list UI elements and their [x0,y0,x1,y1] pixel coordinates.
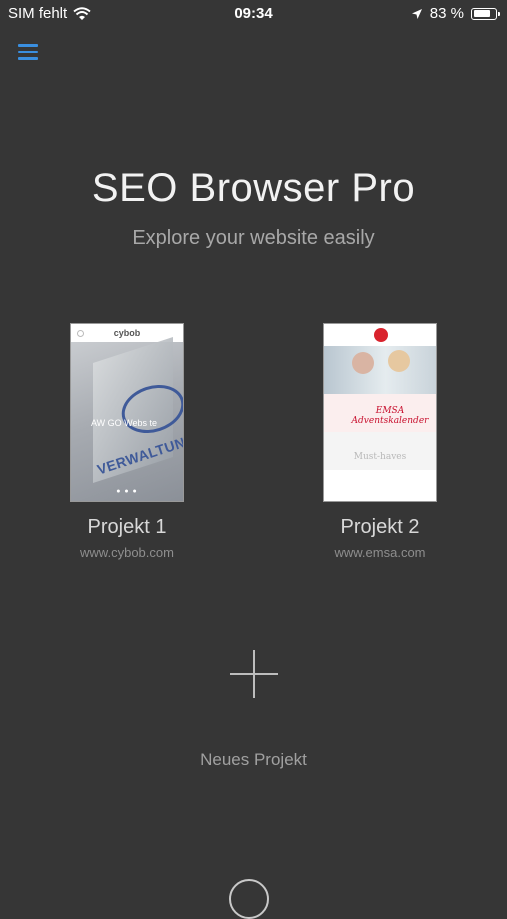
hamburger-menu-icon[interactable] [18,44,38,60]
project-thumbnail-1[interactable]: cybob VERWALTUNG AW GO Webs te ● ● ● [70,323,184,502]
thumb-logo [374,328,388,342]
battery-fill [473,10,491,17]
project-url: www.emsa.com [334,545,426,560]
thumb-site-header [324,324,436,346]
thumb-hero-image: VERWALTUNG AW GO Webs te ● ● ● [71,337,183,501]
thumb-carousel-dots: ● ● ● [116,488,138,495]
project-card-2[interactable]: EMSA Adventskalender Must-haves Projekt … [290,323,470,560]
project-name: Projekt 1 [87,516,167,538]
home-circle-button[interactable] [229,879,269,919]
status-bar: SIM fehlt 09:34 83 % [0,0,507,28]
battery-percent: 83 % [429,5,464,22]
project-thumbnail-2[interactable]: EMSA Adventskalender Must-haves [323,323,437,502]
app-subtitle: Explore your website easily [132,227,375,249]
thumb-more-text: Must-haves [353,452,407,462]
app-title: SEO Browser Pro [91,166,416,210]
plus-icon[interactable] [230,650,278,698]
battery-icon [471,7,500,20]
thumb-hero-image [324,346,436,394]
thumb-headline: AW GO Webs te [91,418,158,428]
thumb-script-text: EMSA Adventskalender [351,406,429,426]
project-url: www.cybob.com [80,545,174,560]
location-arrow-icon [411,8,422,19]
project-card-1[interactable]: cybob VERWALTUNG AW GO Webs te ● ● ● Pro… [37,323,217,560]
new-project-label[interactable]: Neues Projekt [0,750,507,770]
project-name: Projekt 2 [340,516,420,538]
status-right-group: 83 % [411,5,500,22]
thumb-site-name: cybob [113,328,141,338]
thumb-section [324,432,436,470]
